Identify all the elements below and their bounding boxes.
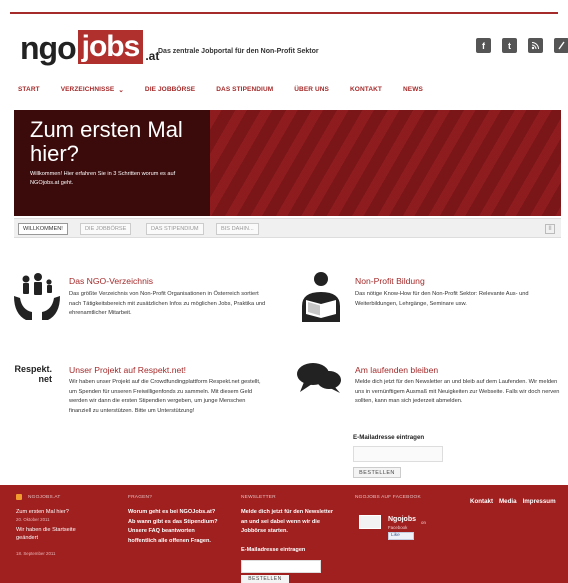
nav-item-jobboerse[interactable]: DIE JOBBÖRSE [145,86,195,94]
footer-link-media[interactable]: Media [499,498,517,505]
footer-link-impressum[interactable]: Impressum [523,498,556,505]
nav-item-ueber-uns[interactable]: ÜBER UNS [294,86,329,94]
footer-email-label: E-Mailadresse eintragen [241,547,306,553]
hero-title-line1: Zum ersten Mal [30,117,183,142]
tab-stipendium[interactable]: DAS STIPENDIUM [146,223,204,235]
nav-item-verzeichnisse[interactable]: VERZEICHNISSE [61,86,115,94]
site-tagline: Das zentrale Jobportal für den Non-Profi… [158,48,319,55]
facebook-widget[interactable]: Ngojobs on Facebook Like [355,506,431,550]
footer-date-post-1: 20. Oktober 2011 [16,517,50,522]
speech-bubbles-icon [297,363,341,393]
footer-links: Kontakt Media Impressum [470,498,556,505]
footer-subscribe-button[interactable]: BESTELLEN [241,575,289,583]
feature-title-respekt[interactable]: Unser Projekt auf Respekt.net! [69,365,186,375]
respekt-logo[interactable]: Respekt. net [12,364,52,384]
logo-jobs: jobs [77,30,144,64]
email-label: E-Mailadresse eintragen [353,434,425,441]
nav-item-stipendium[interactable]: DAS STIPENDIUM [216,86,273,94]
slider-tabs: WILLKOMMEN! DIE JOBBÖRSE DAS STIPENDIUM … [14,218,561,238]
hero-title: Zum ersten Mal hier? [30,118,183,166]
tab-jobboerse[interactable]: DIE JOBBÖRSE [80,223,132,235]
main-nav: START VERZEICHNISSE ⌄ DIE JOBBÖRSE DAS S… [18,86,444,94]
header-top-line [10,12,558,14]
share-icon[interactable] [554,38,568,53]
respekt-logo-line2: net [38,374,53,384]
hero-pattern [210,110,561,216]
footer-email-field[interactable] [241,560,321,573]
feature-text-verzeichnis: Das größte Verzeichnis von Non-Profit Or… [69,291,266,317]
email-field[interactable] [353,446,443,462]
facebook-icon[interactable]: f [476,38,491,53]
feature-text-newsletter: Melde dich jetzt für den Newsletter an u… [355,379,560,405]
nav-item-start[interactable]: START [18,86,40,94]
footer-faq-text[interactable]: Worum geht es bei NGOJobs.at? Ab wann gi… [128,508,223,546]
chevron-down-icon[interactable]: ⌄ [118,86,124,94]
nav-item-news[interactable]: NEWS [403,86,423,94]
hero-title-line2: hier? [30,141,79,166]
twitter-icon[interactable]: t [502,38,517,53]
site-logo[interactable]: ngo jobs .at [20,28,159,64]
footer-heading-newsletter: NEWSLETTER [241,495,276,500]
feature-title-verzeichnis[interactable]: Das NGO-Verzeichnis [69,276,153,286]
hero-slider[interactable]: Zum ersten Mal hier? Willkommen! Hier er… [14,110,561,216]
feature-title-newsletter[interactable]: Am laufenden bleiben [355,365,438,375]
facebook-page-name[interactable]: Ngojobs [388,516,416,523]
social-links: f t [476,38,568,53]
pause-icon[interactable]: II [545,224,555,234]
facebook-on-label: on [421,520,426,525]
footer-heading-fragen: FRAGEN? [128,495,153,500]
facebook-like-button[interactable]: Like [388,532,414,540]
footer-link-post-1[interactable]: Zum ersten Mal hier? [16,508,69,516]
tab-willkommen[interactable]: WILLKOMMEN! [18,223,68,235]
footer-link-kontakt[interactable]: Kontakt [470,498,493,505]
nav-item-kontakt[interactable]: KONTAKT [350,86,382,94]
rss-icon[interactable] [16,494,22,500]
logo-ngo: ngo [20,30,77,66]
footer-link-post-2[interactable]: Wir haben die Startseite geändert [16,526,86,542]
footer-heading-facebook: NGOJOBS AUF FACEBOOK [355,495,421,500]
feature-title-bildung[interactable]: Non-Profit Bildung [355,276,425,286]
facebook-page-thumbnail [359,515,381,529]
feature-text-respekt: Wir haben unser Projekt auf die Crowdfun… [69,379,261,414]
reader-icon [302,272,340,322]
respekt-logo-line1: Respekt. [14,364,52,374]
hero-subtitle: Willkommen! Hier erfahren Sie in 3 Schri… [30,171,176,186]
feature-text-bildung: Das nötige Know-How für den Non-Profit S… [355,291,529,307]
footer-heading-ngojobs: NGOJOBS.AT [28,495,61,500]
facebook-label: Facebook [388,525,408,530]
family-hands-icon [14,273,60,320]
rss-icon[interactable] [528,38,543,53]
footer-date-post-2: 18. September 2011 [16,551,56,556]
tab-bis-dahin[interactable]: BIS DAHIN... [216,223,259,235]
footer-newsletter-text: Melde dich jetzt für den Newsletter an u… [241,509,334,535]
subscribe-button[interactable]: BESTELLEN [353,467,401,478]
